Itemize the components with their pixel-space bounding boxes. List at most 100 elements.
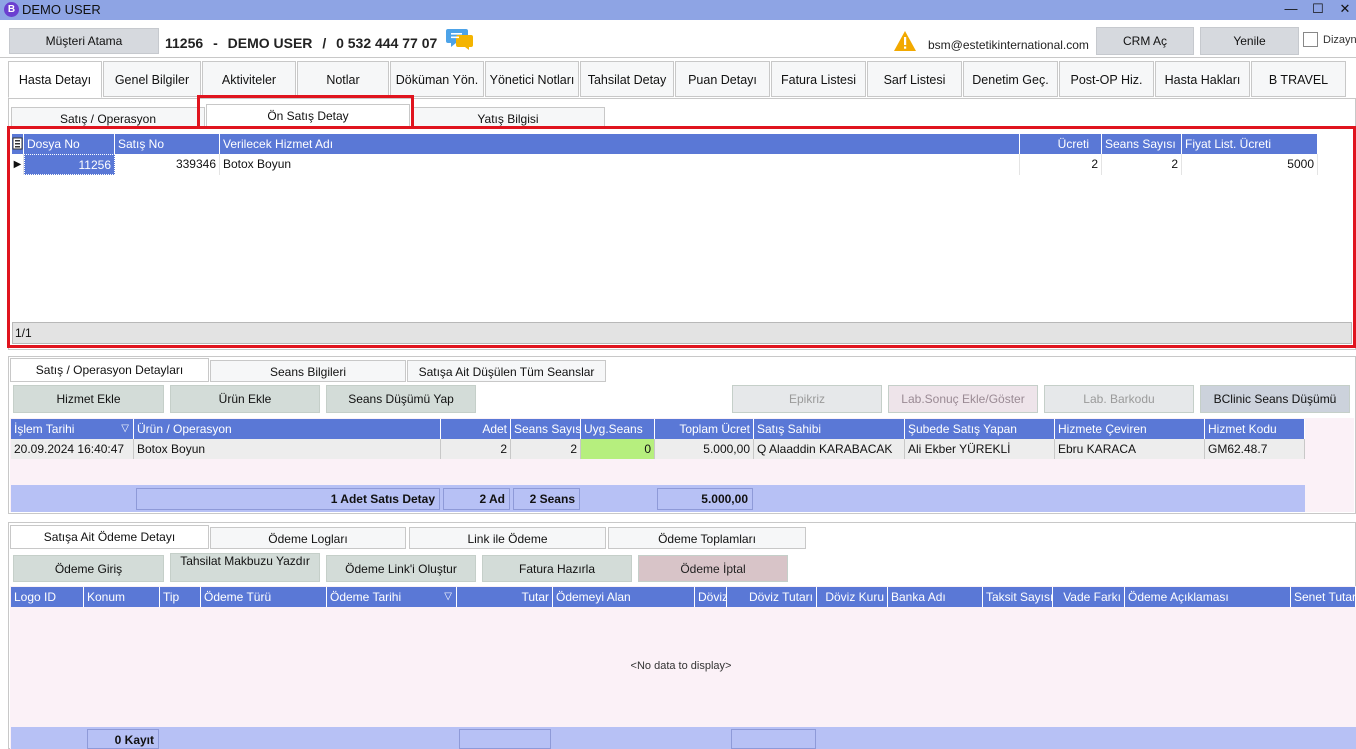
tab-session-info[interactable]: Seans Bilgileri [210, 360, 406, 382]
column-label: Ödeme Tarihi [330, 590, 402, 604]
cell-branch-seller[interactable]: Ali Ekber YÜREKLİ [905, 439, 1055, 459]
summary-quantity: 2 Ad [443, 488, 510, 510]
tab-sale-operation-details[interactable]: Satış / Operasyon Detayları [10, 358, 209, 382]
user-email: bsm@estetikinternational.com [928, 38, 1089, 52]
tab-post-op-hiz[interactable]: Post-OP Hiz. [1059, 61, 1154, 97]
filter-icon[interactable]: ▽ [121, 419, 129, 439]
separator: - [213, 35, 218, 51]
payment-entry-button[interactable]: Ödeme Giriş [13, 555, 164, 582]
separator: / [322, 35, 327, 51]
currency-amount-total [731, 729, 816, 749]
column-payment-description[interactable]: Ödeme Açıklaması [1125, 587, 1291, 607]
patient-phone: 0 532 444 77 07 [336, 35, 438, 51]
column-received-by[interactable]: Ödemeyi Alan [553, 587, 695, 607]
lab-result-button[interactable]: Lab.Sonuç Ekle/Göster [888, 385, 1038, 413]
column-converter[interactable]: Hizmete Çeviren [1055, 419, 1205, 439]
assign-customer-button[interactable]: Müşteri Atama [9, 28, 159, 54]
cell-transaction-date[interactable]: 20.09.2024 16:40:47 [11, 439, 134, 459]
tab-hasta-haklar[interactable]: Hasta Hakları [1155, 61, 1250, 97]
tab-sarf-listesi[interactable]: Sarf Listesi [867, 61, 962, 97]
column-bank-name[interactable]: Banka Adı [888, 587, 983, 607]
tab-puan-detay[interactable]: Puan Detayı [675, 61, 770, 97]
tab-y-netici-notlar[interactable]: Yönetici Notları [485, 61, 579, 97]
column-logo-id[interactable]: Logo ID [11, 587, 84, 607]
payments-footer [11, 727, 1356, 749]
tab-tahsilat-detay[interactable]: Tahsilat Detay [580, 61, 674, 97]
design-label: Dizayn [1323, 34, 1356, 46]
cell-quantity[interactable]: 2 [441, 439, 511, 459]
cell-sale-owner[interactable]: Q Alaaddin KARABACAK [754, 439, 905, 459]
cell-service-code[interactable]: GM62.48.7 [1205, 439, 1305, 459]
filter-icon[interactable]: ▽ [444, 587, 452, 607]
cell-product[interactable]: Botox Boyun [134, 439, 441, 459]
column-currency-amount[interactable]: Döviz Tutarı [727, 587, 817, 607]
app-logo-icon: B [4, 2, 19, 17]
maximize-button[interactable]: ☐ [1303, 0, 1333, 20]
chat-bubble-icon[interactable] [446, 27, 474, 51]
patient-name: DEMO USER [227, 35, 313, 51]
tab-payment-details[interactable]: Satışa Ait Ödeme Detayı [10, 525, 209, 549]
highlight-presale-grid [7, 126, 1356, 348]
column-installments[interactable]: Taksit Sayısı [983, 587, 1053, 607]
cell-applied-session[interactable]: 0 [581, 439, 655, 459]
bclinic-session-button[interactable]: BClinic Seans Düşümü [1200, 385, 1350, 413]
tab-d-k-man-y-n[interactable]: Döküman Yön. [390, 61, 484, 97]
column-sale-owner[interactable]: Satış Sahibi [754, 419, 905, 439]
record-count: 0 Kayıt [87, 729, 159, 749]
amount-total [459, 729, 551, 749]
tab-notlar[interactable]: Notlar [297, 61, 389, 97]
column-applied-session[interactable]: Uyg.Seans [581, 419, 655, 439]
minimize-button[interactable]: — [1276, 0, 1306, 20]
payments-grid-header: Logo ID Konum Tip Ödeme Türü Ödeme Tarih… [11, 587, 1356, 607]
column-payment-date[interactable]: Ödeme Tarihi ▽ [327, 587, 457, 607]
column-exchange-rate[interactable]: Döviz Kuru [817, 587, 888, 607]
summary-total: 5.000,00 [657, 488, 753, 510]
tab-aktiviteler[interactable]: Aktiviteler [202, 61, 296, 97]
column-total-fee[interactable]: Toplam Ücret [655, 419, 754, 439]
design-checkbox[interactable] [1303, 32, 1318, 47]
column-currency[interactable]: Döviz [695, 587, 727, 607]
sale-details-header: İşlem Tarihi ▽ Ürün / Operasyon Adet Sean… [11, 419, 1305, 439]
tab-hasta-detay[interactable]: Hasta Detayı [8, 61, 102, 98]
cell-total-fee[interactable]: 5.000,00 [655, 439, 754, 459]
summary-count: 1 Adet Satıs Detay [136, 488, 440, 510]
tab-b-travel[interactable]: B TRAVEL [1251, 61, 1346, 97]
tab-fatura-listesi[interactable]: Fatura Listesi [771, 61, 866, 97]
crm-open-button[interactable]: CRM Aç [1096, 27, 1194, 55]
column-product[interactable]: Ürün / Operasyon [134, 419, 441, 439]
column-maturity-difference[interactable]: Vade Farkı [1053, 587, 1125, 607]
add-product-button[interactable]: Ürün Ekle [170, 385, 320, 413]
column-payment-type[interactable]: Ödeme Türü [201, 587, 327, 607]
prepare-invoice-button[interactable]: Fatura Hazırla [482, 555, 632, 582]
tab-payment-totals[interactable]: Ödeme Toplamları [608, 527, 806, 549]
close-button[interactable]: ✕ [1330, 0, 1356, 20]
session-deduct-button[interactable]: Seans Düşümü Yap [326, 385, 476, 413]
epicrisis-button[interactable]: Epikriz [732, 385, 882, 413]
tab-genel-bilgiler[interactable]: Genel Bilgiler [103, 61, 201, 97]
column-transaction-date[interactable]: İşlem Tarihi ▽ [11, 419, 134, 439]
column-session-count[interactable]: Seans Sayısı [511, 419, 581, 439]
tab-all-sessions[interactable]: Satışa Ait Düşülen Tüm Seanslar [407, 360, 606, 382]
column-note-amount[interactable]: Senet Tutarı [1291, 587, 1356, 607]
patient-info: 11256 - DEMO USER / 0 532 444 77 07 [165, 35, 443, 51]
column-service-code[interactable]: Hizmet Kodu [1205, 419, 1305, 439]
file-number: 11256 [165, 35, 204, 51]
cancel-payment-button[interactable]: Ödeme İptal [638, 555, 788, 582]
cell-converter[interactable]: Ebru KARACA [1055, 439, 1205, 459]
column-amount[interactable]: Tutar [457, 587, 553, 607]
column-quantity[interactable]: Adet [441, 419, 511, 439]
lab-barcode-button[interactable]: Lab. Barkodu [1044, 385, 1194, 413]
cell-session-count[interactable]: 2 [511, 439, 581, 459]
tab-denetim-ge[interactable]: Denetim Geç. [963, 61, 1058, 97]
refresh-button[interactable]: Yenile [1200, 27, 1299, 55]
column-branch-seller[interactable]: Şubede Satış Yapan [905, 419, 1055, 439]
column-type[interactable]: Tip [160, 587, 201, 607]
window-title-bar [0, 0, 1356, 20]
table-row[interactable]: 20.09.2024 16:40:47 Botox Boyun 2 2 0 5.… [11, 439, 1305, 459]
add-service-button[interactable]: Hizmet Ekle [13, 385, 164, 413]
print-receipt-button[interactable]: Tahsilat Makbuzu Yazdır [170, 553, 320, 582]
column-location[interactable]: Konum [84, 587, 160, 607]
create-payment-link-button[interactable]: Ödeme Link'i Oluştur [326, 555, 476, 582]
tab-link-payment[interactable]: Link ile Ödeme [409, 527, 606, 549]
tab-payment-logs[interactable]: Ödeme Logları [210, 527, 406, 549]
